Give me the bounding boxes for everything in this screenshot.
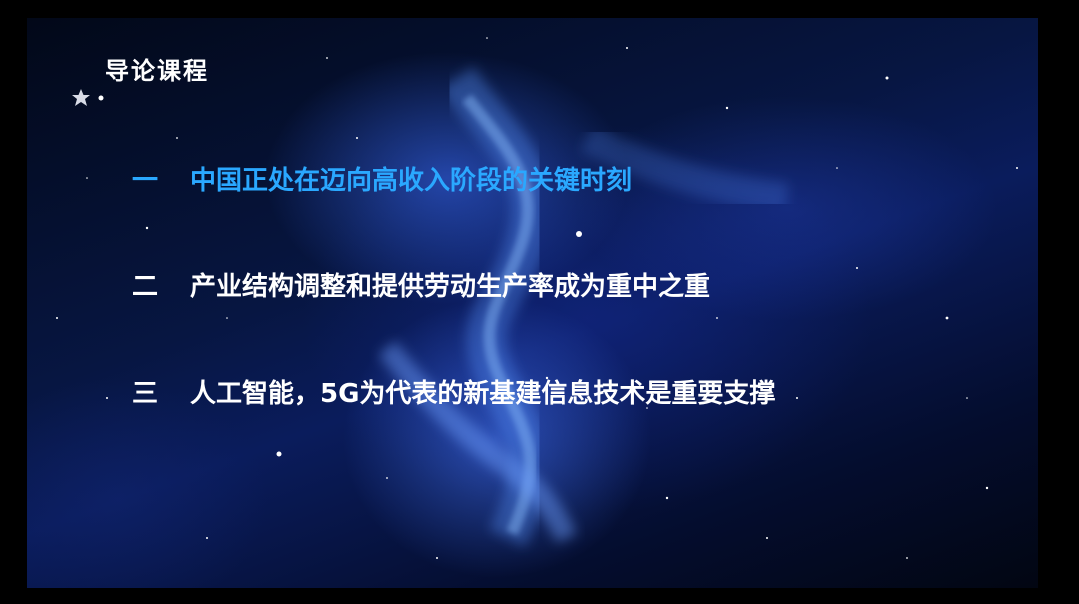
agenda-item-2: 二 产业结构调整和提供劳动生产率成为重中之重 (132, 266, 710, 303)
title-underline (72, 89, 409, 106)
agenda-item-1: 一 中国正处在迈向高收入阶段的关键时刻 (132, 160, 632, 197)
presentation-frame: 导论课程 一 中国正处在迈向高收入阶段的关键时刻 二 产业结构调整和提供劳动生产… (0, 0, 1079, 604)
agenda-item-number: 二 (132, 272, 159, 302)
slide-canvas: 导论课程 一 中国正处在迈向高收入阶段的关键时刻 二 产业结构调整和提供劳动生产… (27, 18, 1038, 588)
agenda-item-3: 三 人工智能，5G为代表的新基建信息技术是重要支撑 (132, 373, 775, 410)
slide-title: 导论课程 (105, 57, 209, 85)
agenda-item-number: 一 (132, 166, 159, 196)
agenda-item-text: 人工智能，5G为代表的新基建信息技术是重要支撑 (190, 379, 776, 409)
star-icon (72, 89, 90, 106)
agenda-item-number: 三 (132, 379, 159, 409)
agenda-item-text: 中国正处在迈向高收入阶段的关键时刻 (190, 166, 633, 196)
agenda-item-text: 产业结构调整和提供劳动生产率成为重中之重 (190, 272, 711, 302)
